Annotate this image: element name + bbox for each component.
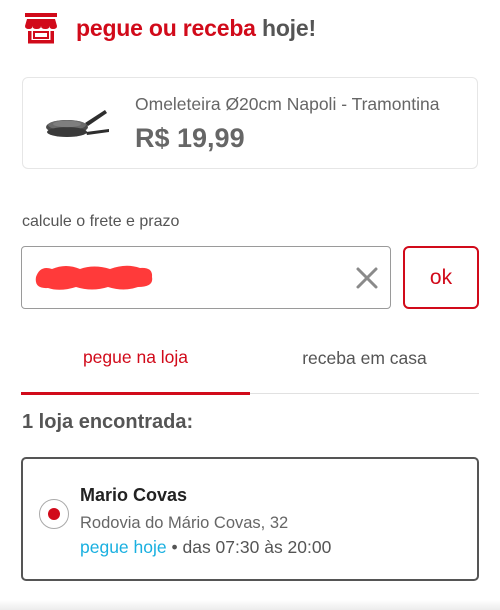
close-icon[interactable] — [354, 265, 380, 291]
radio-selected-dot — [48, 508, 60, 520]
cep-input[interactable] — [21, 246, 391, 309]
product-name: Omeleteira Ø20cm Napoli - Tramontina — [135, 94, 440, 114]
frying-pan-image — [46, 110, 109, 137]
store-name: Mario Covas — [80, 485, 188, 505]
product-card: Omeleteira Ø20cm Napoli - Tramontina R$ … — [22, 77, 478, 169]
store-availability: pegue hoje • das 07:30 às 20:00 — [80, 537, 331, 558]
header: pegue ou receba hoje! — [24, 6, 316, 50]
ok-button[interactable]: ok — [403, 246, 479, 309]
store-radio[interactable] — [39, 499, 69, 529]
store-hours: • das 07:30 às 20:00 — [166, 537, 332, 557]
page-title-accent: pegue ou receba — [76, 14, 256, 41]
store-address: Rodovia do Mário Covas, 32 — [80, 514, 289, 532]
store-option[interactable]: Mario Covas Rodovia do Mário Covas, 32 p… — [21, 457, 479, 581]
pickup-today-label: pegue hoje — [80, 537, 167, 557]
product-price: R$ 19,99 — [135, 123, 245, 153]
bottom-shadow — [0, 600, 500, 610]
tab-home-delivery[interactable]: receba em casa — [250, 330, 479, 394]
tab-pickup-in-store[interactable]: pegue na loja — [21, 330, 250, 395]
store-icon — [25, 13, 57, 44]
delivery-tabs: pegue na loja receba em casa — [21, 330, 479, 395]
page-title: pegue ou receba hoje! — [76, 15, 316, 42]
shipping-label: calcule o frete e prazo — [22, 213, 180, 230]
redaction-scribble — [35, 265, 153, 290]
results-title: 1 loja encontrada: — [22, 411, 194, 433]
page-title-rest: hoje! — [261, 14, 316, 41]
